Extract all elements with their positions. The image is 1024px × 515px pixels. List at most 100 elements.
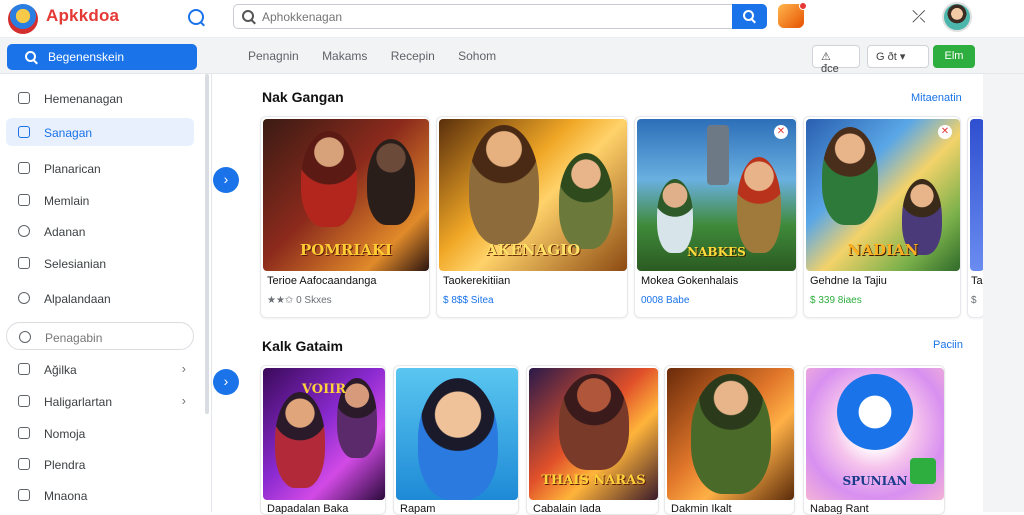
game-name: Taokerekitiian — [443, 275, 511, 287]
top-bar: Apkkdoa ⤫ — [0, 0, 1024, 38]
search-icon — [19, 331, 31, 343]
game-thumbnail — [970, 119, 984, 271]
filter-button[interactable]: ⚠ đce — [812, 45, 860, 75]
sidebar-item-3[interactable]: Planarican — [6, 154, 194, 182]
favorite-icon[interactable]: ✕ — [938, 125, 952, 139]
game-thumbnail: NABKES — [637, 119, 796, 271]
search-bar — [233, 4, 767, 29]
sidebar-item-label: Nomoja — [44, 427, 86, 441]
game-thumbnail: POMRIAKI — [263, 119, 429, 271]
sidebar-item-label: Selesianian — [44, 257, 107, 271]
see-all-link[interactable]: Mitaenatin — [911, 92, 962, 104]
sidebar-item-6[interactable]: Selesianian — [6, 249, 194, 277]
logo[interactable] — [8, 4, 38, 34]
game-meta: $ — [971, 295, 977, 306]
sidebar-item-label: Plendra — [44, 458, 86, 472]
game-card[interactable]: POMRIAKI Terioe Aafocaandanga ★★✩ 0 Skxe… — [260, 116, 430, 318]
section-title: Kalk Gataim — [262, 338, 343, 354]
chevron-right-icon: › — [181, 393, 186, 408]
game-thumbnail — [667, 368, 794, 500]
sidebar-item-label: Memlain — [44, 194, 90, 208]
search-icon — [743, 10, 754, 21]
chat-icon — [18, 257, 30, 269]
search-button[interactable] — [732, 4, 767, 29]
game-thumbnail: THAIS NARAS — [529, 368, 658, 500]
tools-icon[interactable]: ⤫ — [912, 7, 926, 27]
game-meta: $ 339 8iaes — [810, 295, 862, 306]
game-card[interactable]: VOIIR Dapadalan Baka — [260, 365, 386, 515]
sidebar-item-13[interactable]: Mnaona — [6, 481, 194, 509]
sidebar-item-12[interactable]: Plendra — [6, 450, 194, 478]
sort-label: G ðt — [876, 51, 897, 63]
chevron-down-icon: ▾ — [899, 51, 906, 63]
game-title-art: POMRIAKI — [299, 241, 393, 259]
right-gutter — [983, 74, 1024, 512]
sidebar-item-9[interactable]: Ağilka › — [6, 355, 194, 383]
sidebar-item-label: Sanagan — [44, 126, 93, 140]
main-content: Nak Gangan Mitaenatin › POMRIAKI Terioe … — [213, 74, 985, 515]
sidebar-item-label: Ağilka — [44, 363, 77, 377]
game-name: Terioe Aafocaandanga — [267, 275, 377, 287]
sort-dropdown[interactable]: G ðt ▾ — [867, 45, 929, 68]
tab-category-2[interactable]: Makams — [322, 49, 367, 63]
game-name: Dapadalan Baka — [267, 503, 349, 515]
game-thumbnail — [396, 368, 518, 500]
cart-icon — [18, 363, 30, 375]
category-bar: Begenenskein Penagnin Makams Recepin Soh… — [0, 38, 1024, 75]
search-icon — [242, 10, 254, 22]
sidebar-item-11[interactable]: Nomoja — [6, 419, 194, 447]
game-card[interactable]: AKENAGIO Taokerekitiian $ 8$$ Sitea — [436, 116, 628, 318]
game-meta: ★★✩ 0 Skxes — [267, 295, 332, 306]
game-card[interactable]: Rapam — [393, 365, 519, 515]
sidebar-item-label: Mnaona — [44, 489, 88, 503]
game-thumbnail: SPUNIAN — [806, 368, 944, 500]
circle-icon — [18, 225, 30, 237]
game-title-art: AKENAGIO — [485, 241, 581, 259]
game-name: Dakmin Ikalt — [671, 503, 732, 515]
tab-category-1[interactable]: Penagnin — [248, 49, 299, 63]
sidebar-item-7[interactable]: Alpalandaan — [6, 284, 194, 312]
sidebar-item-label: Planarican — [44, 162, 101, 176]
avatar[interactable] — [942, 2, 972, 32]
sidebar-item-games[interactable]: Sanagan — [6, 118, 194, 146]
game-card[interactable]: SPUNIAN Nabag Rant — [803, 365, 945, 515]
tab-category-3[interactable]: Recepin — [391, 49, 435, 63]
see-all-link[interactable]: Paciin — [933, 339, 963, 351]
action-button[interactable]: Elm — [933, 45, 975, 68]
sidebar-item-label: Alpalandaan — [44, 292, 111, 306]
carousel-next-button[interactable]: › — [213, 369, 239, 395]
scrollbar[interactable] — [205, 74, 209, 414]
home-icon — [18, 92, 30, 104]
search-input[interactable] — [262, 7, 722, 26]
game-card[interactable]: Dakmin Ikalt — [664, 365, 795, 515]
sidebar-search-field[interactable]: Penagabin — [6, 322, 194, 350]
game-title-art: NABKES — [687, 245, 746, 259]
chevron-right-icon: › — [181, 361, 186, 376]
sidebar: Hemenanagan Sanagan Planarican Memlain A… — [0, 74, 212, 512]
sidebar-item-10[interactable]: Haligarlartan › — [6, 387, 194, 415]
category-tabs: Penagnin Makams Recepin Sohom — [248, 49, 516, 63]
game-title-art: VOIIR — [301, 382, 347, 397]
rewards-icon[interactable] — [778, 2, 807, 28]
brand-name[interactable]: Apkkdoa — [46, 6, 119, 26]
favorite-icon[interactable]: ✕ — [774, 125, 788, 139]
sidebar-item-label: Adanan — [44, 225, 86, 239]
sidebar-item-5[interactable]: Adanan — [6, 217, 194, 245]
sidebar-item-home[interactable]: Hemenanagan — [6, 84, 194, 112]
game-name: Cabalain Iada — [533, 503, 601, 515]
browse-button[interactable]: Begenenskein — [7, 44, 197, 70]
game-card[interactable]: NABKES ✕ Mokea Gokenhalais 0008 Babe — [634, 116, 797, 318]
game-card[interactable]: NADIAN ✕ Gehdne Ia Tajiu $ 339 8iaes — [803, 116, 961, 318]
refresh-icon[interactable] — [188, 9, 204, 25]
folder-icon — [18, 194, 30, 206]
tab-category-4[interactable]: Sohom — [458, 49, 496, 63]
notification-dot — [799, 2, 807, 10]
game-name: Mokea Gokenhalais — [641, 275, 739, 287]
game-meta: 0008 Babe — [641, 295, 690, 306]
sidebar-item-label: Penagabin — [45, 331, 103, 345]
carousel-next-button[interactable]: › — [213, 167, 239, 193]
game-thumbnail: VOIIR — [263, 368, 385, 500]
sidebar-item-4[interactable]: Memlain — [6, 186, 194, 214]
game-card[interactable]: THAIS NARAS Cabalain Iada — [526, 365, 659, 515]
bag-icon — [18, 162, 30, 174]
